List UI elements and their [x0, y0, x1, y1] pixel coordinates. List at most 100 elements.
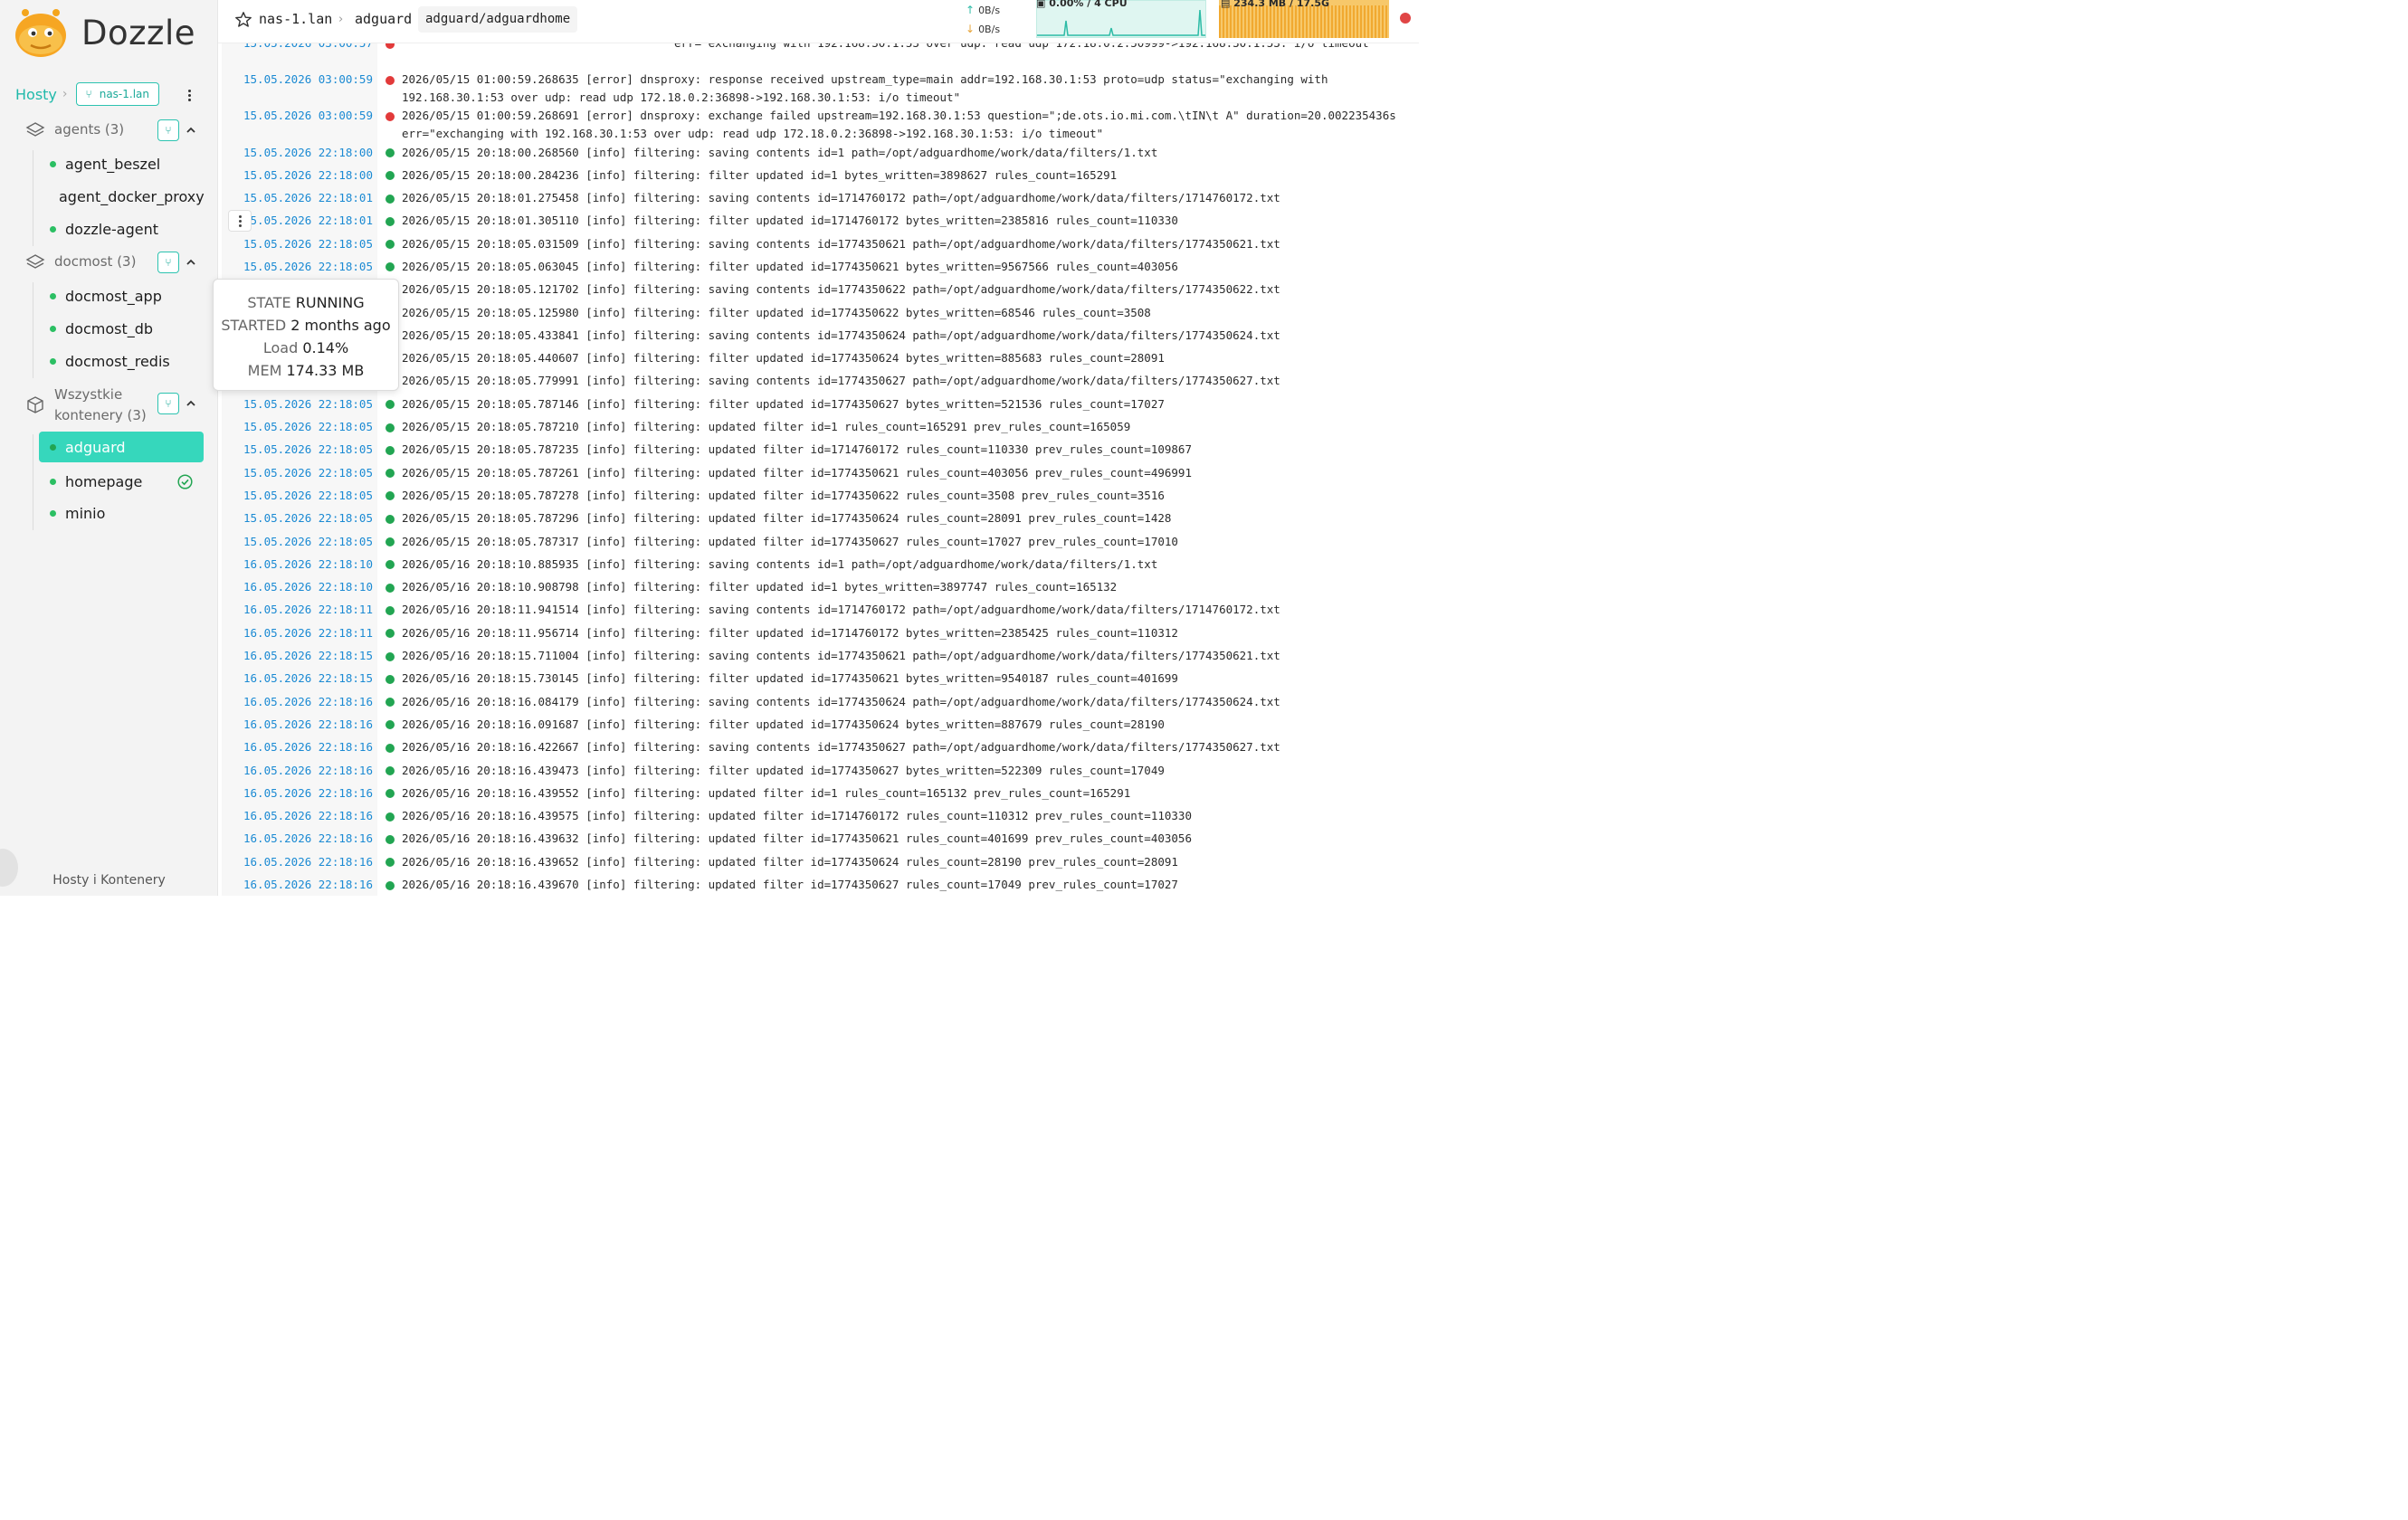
- sidebar-item-minio[interactable]: minio: [39, 498, 204, 528]
- sidebar-item-docmost-app[interactable]: docmost_app: [39, 280, 204, 311]
- log-row-menu-icon[interactable]: [228, 210, 252, 232]
- log-row[interactable]: 15.05.2026 22:18:05 2026/05/15 20:18:05.7…: [222, 438, 1419, 462]
- info-level-dot-icon: [385, 789, 395, 799]
- log-message: 2026/05/16 20:18:10.908798 [info] filter…: [402, 580, 1118, 594]
- log-row[interactable]: 15.05.2026 22:18:01 2026/05/15 20:18:01.3…: [222, 209, 1419, 233]
- log-row[interactable]: 15.05.2026 22:18:052026/05/15 20:18:05.4…: [222, 324, 1419, 347]
- log-message: 2026/05/16 20:18:16.439552 [info] filter…: [402, 785, 1131, 800]
- sidebar-footer[interactable]: Hosty i Kontenery: [0, 873, 218, 888]
- log-timestamp: 15.05.2026 22:18:05: [222, 393, 377, 416]
- log-timestamp: 15.05.2026 22:18:05: [222, 438, 377, 462]
- log-row[interactable]: 16.05.2026 22:18:16 2026/05/16 20:18:16.4…: [222, 827, 1419, 851]
- sidebar-item-adguard[interactable]: adguard: [39, 432, 204, 462]
- merge-logs-button[interactable]: ⑂: [157, 393, 179, 414]
- log-row[interactable]: 16.05.2026 22:18:16 2026/05/16 20:18:16.4…: [222, 782, 1419, 805]
- header-host[interactable]: nas-1.lan: [259, 11, 332, 27]
- log-level: [377, 828, 402, 850]
- info-level-dot-icon: [385, 560, 395, 570]
- host-chip[interactable]: ⑂ nas-1.lan: [75, 82, 160, 106]
- group-label-line1: Wszystkie: [54, 386, 123, 403]
- log-row[interactable]: 15.05.2026 22:18:05 2026/05/15 20:18:05.0…: [222, 233, 1419, 256]
- header-container-group[interactable]: adguard: [355, 11, 412, 27]
- log-row[interactable]: 15.05.2026 22:18:052026/05/15 20:18:05.7…: [222, 530, 1419, 554]
- log-timestamp: 16.05.2026 22:18:16: [222, 736, 377, 760]
- sidebar-item-docmost-db[interactable]: docmost_db: [39, 313, 204, 344]
- brand[interactable]: Dozzle: [13, 5, 195, 60]
- log-row[interactable]: 15.05.2026 03:00:59 2026/05/15 01:00:59.2…: [222, 105, 1419, 141]
- net-upload-value: 0B/s: [978, 4, 1001, 16]
- log-row[interactable]: 16.05.2026 22:18:16 2026/05/16 20:18:16.4…: [222, 804, 1419, 828]
- log-row[interactable]: 15.05.2026 22:18:052026/05/15 20:18:05.7…: [222, 507, 1419, 531]
- log-row[interactable]: 16.05.2026 22:18:16 2026/05/16 20:18:16.0…: [222, 713, 1419, 736]
- group-agents[interactable]: agents (3) ⑂: [25, 119, 206, 141]
- chevron-up-icon[interactable]: [186, 126, 195, 135]
- chevron-up-icon[interactable]: [186, 258, 195, 267]
- log-row[interactable]: 16.05.2026 22:18:16 2026/05/16 20:18:16.4…: [222, 736, 1419, 760]
- log-row[interactable]: 16.05.2026 22:18:16 2026/05/16 20:18:16.4…: [222, 850, 1419, 874]
- log-viewer[interactable]: 15.05.2026 03:00:57 err="exchanging with…: [222, 43, 1419, 896]
- log-row[interactable]: 15.05.2026 22:18:052026/05/15 20:18:05.7…: [222, 369, 1419, 394]
- error-level-dot-icon: [385, 76, 395, 85]
- merge-logs-button[interactable]: ⑂: [157, 252, 179, 273]
- sidebar-item-agent-docker-proxy[interactable]: agent_docker_proxy: [39, 181, 205, 212]
- log-row[interactable]: 16.05.2026 22:18:11 2026/05/16 20:18:11.9…: [222, 622, 1419, 645]
- log-row[interactable]: 15.05.2026 22:18:00 2026/05/15 20:18:00.2…: [222, 164, 1419, 187]
- container-stats-tooltip: STATE RUNNING STARTED 2 months ago Load …: [213, 279, 399, 391]
- log-row[interactable]: 16.05.2026 22:18:10 2026/05/16 20:18:10.8…: [222, 553, 1419, 576]
- log-row[interactable]: 15.05.2026 22:18:052026/05/15 20:18:05.4…: [222, 347, 1419, 370]
- log-row[interactable]: 16.05.2026 22:18:11 2026/05/16 20:18:11.9…: [222, 598, 1419, 622]
- log-level: [377, 736, 402, 759]
- log-message: 2026/05/15 20:18:00.268560 [info] filter…: [402, 145, 1158, 159]
- log-level: [377, 461, 402, 484]
- info-level-dot-icon: [385, 629, 395, 639]
- log-message: 2026/05/15 20:18:05.787235 [info] filter…: [402, 442, 1192, 457]
- group-docmost[interactable]: docmost (3) ⑂: [25, 252, 206, 273]
- log-row[interactable]: 16.05.2026 22:18:16 2026/05/16 20:18:16.0…: [222, 690, 1419, 714]
- log-row[interactable]: 15.05.2026 22:18:052026/05/15 20:18:05.7…: [222, 393, 1419, 416]
- log-message: 2026/05/15 20:18:05.433841 [info] filter…: [402, 328, 1280, 342]
- star-icon[interactable]: [234, 11, 252, 29]
- log-message: 2026/05/16 20:18:10.885935 [info] filter…: [402, 556, 1158, 571]
- log-row[interactable]: 15.05.2026 22:18:052026/05/15 20:18:05.7…: [222, 415, 1419, 439]
- log-row[interactable]: 15.05.2026 22:18:052026/05/15 20:18:05.1…: [222, 278, 1419, 302]
- fork-icon: ⑂: [85, 88, 92, 100]
- merge-logs-button[interactable]: ⑂: [157, 119, 179, 141]
- sidebar-item-agent-beszel[interactable]: agent_beszel: [39, 148, 204, 179]
- log-row[interactable]: 16.05.2026 22:18:15 2026/05/16 20:18:15.7…: [222, 644, 1419, 668]
- sidebar-item-homepage[interactable]: homepage: [39, 466, 204, 497]
- group-label: Wszystkie kontenery (3): [54, 385, 147, 426]
- log-row[interactable]: 16.05.2026 22:18:15 2026/05/16 20:18:15.7…: [222, 667, 1419, 691]
- log-message: 2026/05/15 20:18:01.275458 [info] filter…: [402, 191, 1280, 205]
- log-timestamp: 16.05.2026 22:18:16: [222, 827, 377, 851]
- log-row[interactable]: 15.05.2026 22:18:05 2026/05/15 20:18:05.0…: [222, 255, 1419, 279]
- log-row[interactable]: 16.05.2026 22:18:16 2026/05/16 20:18:16.4…: [222, 873, 1419, 896]
- log-timestamp: 15.05.2026 22:18:00: [222, 141, 377, 165]
- log-row[interactable]: 15.05.2026 22:18:01 2026/05/15 20:18:01.2…: [222, 186, 1419, 210]
- healthy-check-icon: [177, 473, 193, 489]
- sidebar-item-docmost-redis[interactable]: docmost_redis: [39, 346, 204, 376]
- log-timestamp: 16.05.2026 22:18:16: [222, 690, 377, 714]
- group-all-containers[interactable]: Wszystkie kontenery (3) ⑂: [25, 384, 206, 427]
- log-row[interactable]: 16.05.2026 22:18:16 2026/05/16 20:18:16.4…: [222, 759, 1419, 783]
- log-row[interactable]: 15.05.2026 22:18:00 2026/05/15 20:18:00.2…: [222, 141, 1419, 165]
- log-timestamp: 15.05.2026 22:18:00: [222, 164, 377, 187]
- log-row[interactable]: 15.05.2026 22:18:052026/05/15 20:18:05.7…: [222, 484, 1419, 508]
- more-options-icon[interactable]: [183, 85, 195, 105]
- breadcrumb-hosts-link[interactable]: Hosty: [15, 86, 57, 103]
- group-label-line2: kontenery (3): [54, 407, 147, 423]
- log-row[interactable]: 15.05.2026 22:18:052026/05/15 20:18:05.7…: [222, 461, 1419, 485]
- chevron-up-icon[interactable]: [186, 399, 195, 408]
- log-message: 2026/05/15 01:00:59.268635 [error] dnspr…: [402, 72, 1336, 104]
- layers-icon: [25, 253, 45, 269]
- log-row[interactable]: 15.05.2026 03:00:57 err="exchanging with…: [222, 43, 1419, 69]
- header-container-name[interactable]: adguard/adguardhome: [418, 6, 578, 33]
- log-message: 2026/05/16 20:18:15.730145 [info] filter…: [402, 671, 1178, 686]
- info-level-dot-icon: [385, 605, 395, 615]
- sidebar-item-dozzle-agent[interactable]: dozzle-agent: [39, 214, 204, 244]
- log-timestamp: 16.05.2026 22:18:11: [222, 622, 377, 645]
- log-row[interactable]: 15.05.2026 22:18:052026/05/15 20:18:05.1…: [222, 301, 1419, 325]
- log-row[interactable]: 16.05.2026 22:18:10 2026/05/16 20:18:10.9…: [222, 575, 1419, 599]
- log-level: [377, 782, 402, 804]
- status-dot: [50, 478, 56, 485]
- log-row[interactable]: 15.05.2026 03:00:59 2026/05/15 01:00:59.2…: [222, 69, 1419, 105]
